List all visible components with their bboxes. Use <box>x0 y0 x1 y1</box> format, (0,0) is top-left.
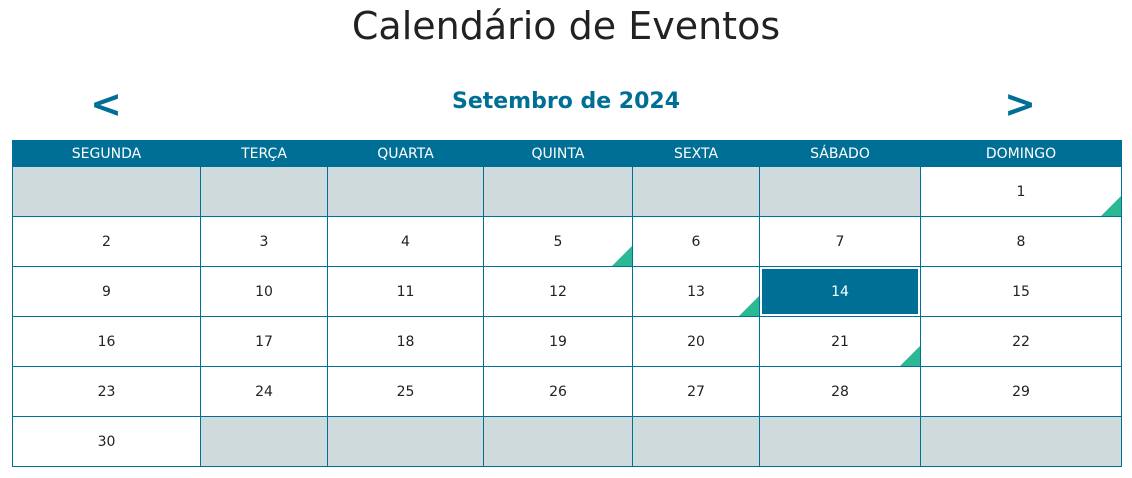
empty-day-cell <box>327 166 484 217</box>
calendar-day-cell[interactable]: 17 <box>200 316 328 367</box>
calendar-day-cell[interactable]: 19 <box>483 316 633 367</box>
weekday-header-monday: SEGUNDA <box>12 140 201 167</box>
empty-day-cell <box>632 166 760 217</box>
empty-day-cell <box>327 416 484 467</box>
day-number: 5 <box>553 233 563 250</box>
calendar-week-row: 9 10 11 12 13 14 15 <box>12 266 1122 317</box>
calendar-day-cell[interactable]: 9 <box>12 266 201 317</box>
weekday-header-wednesday: QUARTA <box>327 140 484 167</box>
calendar-day-today[interactable]: 14 <box>759 266 921 317</box>
day-number: 25 <box>396 383 415 400</box>
today-highlight: 14 <box>762 269 918 314</box>
calendar-day-cell[interactable]: 16 <box>12 316 201 367</box>
day-number: 12 <box>549 283 567 300</box>
calendar-day-cell[interactable]: 12 <box>483 266 633 317</box>
calendar-day-cell[interactable]: 15 <box>920 266 1122 317</box>
page-title: Calendário de Eventos <box>351 4 781 48</box>
empty-day-cell <box>759 416 921 467</box>
day-number: 27 <box>687 383 705 400</box>
weekday-header-thursday: QUINTA <box>483 140 633 167</box>
day-number: 3 <box>259 233 269 250</box>
day-number: 16 <box>97 333 116 350</box>
day-number: 30 <box>97 433 116 450</box>
calendar-grid: SEGUNDA TERÇA QUARTA QUINTA SEXTA SÁBADO… <box>12 140 1122 467</box>
day-number: 13 <box>687 283 705 300</box>
day-number: 4 <box>401 233 410 250</box>
calendar-day-cell[interactable]: 18 <box>327 316 484 367</box>
empty-day-cell <box>483 166 633 217</box>
day-number: 23 <box>97 383 116 400</box>
day-number: 1 <box>1016 183 1026 200</box>
weekday-header-sunday: DOMINGO <box>920 140 1122 167</box>
event-marker-icon <box>739 296 759 316</box>
day-number: 15 <box>1012 283 1030 300</box>
calendar-day-cell[interactable]: 29 <box>920 366 1122 417</box>
calendar-day-cell[interactable]: 27 <box>632 366 760 417</box>
calendar-week-row: 2 3 4 5 6 7 8 <box>12 216 1122 267</box>
calendar-day-cell[interactable]: 5 <box>483 216 633 267</box>
day-number: 22 <box>1012 333 1030 350</box>
calendar-week-row: 30 <box>12 416 1122 467</box>
calendar-day-cell[interactable]: 24 <box>200 366 328 417</box>
day-number: 9 <box>102 283 111 300</box>
calendar-day-cell[interactable]: 30 <box>12 416 201 467</box>
empty-day-cell <box>632 416 760 467</box>
empty-day-cell <box>759 166 921 217</box>
calendar-day-cell[interactable]: 3 <box>200 216 328 267</box>
weekday-header-friday: SEXTA <box>632 140 760 167</box>
day-number: 14 <box>831 283 849 300</box>
weekday-header-row: SEGUNDA TERÇA QUARTA QUINTA SEXTA SÁBADO… <box>12 140 1122 167</box>
calendar-week-row: 1 <box>12 166 1122 217</box>
calendar-day-cell[interactable]: 26 <box>483 366 633 417</box>
calendar-day-cell[interactable]: 20 <box>632 316 760 367</box>
calendar-week-row: 16 17 18 19 20 21 22 <box>12 316 1122 367</box>
event-marker-icon <box>612 246 632 266</box>
calendar-day-cell[interactable]: 6 <box>632 216 760 267</box>
calendar-day-cell[interactable]: 2 <box>12 216 201 267</box>
empty-day-cell <box>200 416 328 467</box>
calendar-day-cell[interactable]: 1 <box>920 166 1122 217</box>
day-number: 24 <box>255 383 273 400</box>
day-number: 26 <box>549 383 567 400</box>
calendar-day-cell[interactable]: 23 <box>12 366 201 417</box>
empty-day-cell <box>200 166 328 217</box>
empty-day-cell <box>12 166 201 217</box>
empty-day-cell <box>920 416 1122 467</box>
day-number: 29 <box>1012 383 1030 400</box>
month-title: Setembro de 2024 <box>451 89 681 114</box>
calendar-day-cell[interactable]: 4 <box>327 216 484 267</box>
calendar-day-cell[interactable]: 8 <box>920 216 1122 267</box>
weekday-header-tuesday: TERÇA <box>200 140 328 167</box>
day-number: 7 <box>835 233 845 250</box>
day-number: 17 <box>255 333 273 350</box>
day-number: 21 <box>831 333 849 350</box>
event-marker-icon <box>900 346 920 366</box>
calendar-week-row: 23 24 25 26 27 28 29 <box>12 366 1122 417</box>
calendar-day-cell[interactable]: 13 <box>632 266 760 317</box>
calendar-day-cell[interactable]: 22 <box>920 316 1122 367</box>
calendar-day-cell[interactable]: 10 <box>200 266 328 317</box>
calendar-day-cell[interactable]: 11 <box>327 266 484 317</box>
day-number: 2 <box>102 233 111 250</box>
next-month-button[interactable]: > <box>1000 84 1040 124</box>
weekday-header-saturday: SÁBADO <box>759 140 921 167</box>
day-number: 11 <box>396 283 415 300</box>
calendar-day-cell[interactable]: 28 <box>759 366 921 417</box>
day-number: 8 <box>1016 233 1026 250</box>
day-number: 20 <box>687 333 705 350</box>
event-marker-icon <box>1101 196 1121 216</box>
month-navigation: < Setembro de 2024 > <box>12 84 1120 124</box>
calendar-day-cell[interactable]: 25 <box>327 366 484 417</box>
day-number: 10 <box>255 283 273 300</box>
calendar-body: 1 2 3 4 5 6 7 8 9 10 11 12 13 14 15 16 17 18 19 20 21 22 23 24 2… <box>12 166 1122 467</box>
day-number: 6 <box>691 233 701 250</box>
calendar-day-cell[interactable]: 7 <box>759 216 921 267</box>
calendar-day-cell[interactable]: 21 <box>759 316 921 367</box>
empty-day-cell <box>483 416 633 467</box>
day-number: 19 <box>549 333 567 350</box>
day-number: 18 <box>396 333 415 350</box>
day-number: 28 <box>831 383 849 400</box>
